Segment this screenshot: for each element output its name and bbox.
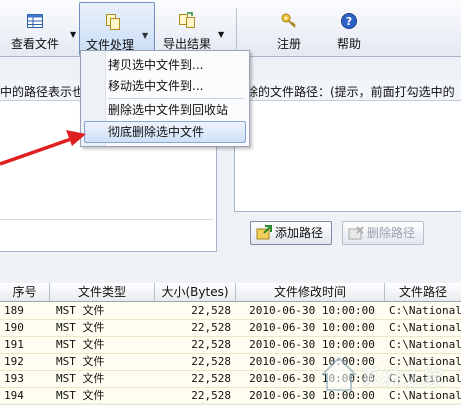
table-cell: C:\National	[389, 304, 461, 317]
table-cell: MST 文件	[56, 389, 105, 402]
menu-item-move-selected[interactable]: 移动选中文件到...	[108, 76, 203, 96]
table-cell: 194	[4, 389, 24, 402]
table-cell: C:\National	[389, 321, 461, 334]
export-results-dropdown-arrow[interactable]: ▼	[218, 30, 224, 39]
table-cell: 2010-06-30 10:00:00	[249, 338, 375, 351]
file-process-dropdown-arrow[interactable]: ▼	[142, 31, 148, 40]
column-header-type[interactable]: 文件类型	[50, 283, 155, 301]
menu-item-delete-to-recycle[interactable]: 删除选中文件到回收站	[108, 100, 228, 120]
menu-item-copy-selected[interactable]: 拷贝选中文件到...	[108, 55, 203, 75]
delete-path-label: 删除路径	[367, 226, 416, 240]
column-header-path[interactable]: 文件路径	[385, 283, 461, 301]
table-cell: 192	[4, 355, 24, 368]
table-cell: 2010-06-30 10:00:00	[249, 304, 375, 317]
table-icon	[27, 14, 43, 28]
table-cell: MST 文件	[56, 338, 105, 351]
table-cell: MST 文件	[56, 304, 105, 317]
key-icon	[281, 13, 296, 28]
export-results-button[interactable]: 导出结果	[156, 2, 218, 54]
column-header-size[interactable]: 大小(Bytes)	[155, 283, 236, 301]
add-path-label: 添加路径	[275, 226, 324, 240]
toolbar-separator	[236, 8, 237, 50]
right-path-hint: 除的文件路径：(提示，前面打勾选中的	[246, 85, 455, 99]
file-process-button[interactable]: 文件处理 ▼	[79, 2, 155, 56]
exclude-path-list[interactable]	[234, 101, 461, 212]
view-files-button[interactable]: 查看文件	[4, 2, 66, 54]
table-cell: 22,528	[191, 355, 231, 368]
documents-icon	[106, 14, 120, 30]
help-label: 帮助	[336, 37, 361, 51]
table-cell: 2010-06-30 10:00:00	[249, 321, 375, 334]
table-cell: MST 文件	[56, 321, 105, 334]
export-icon	[179, 12, 195, 28]
table-cell: 22,528	[191, 372, 231, 385]
menu-item-permanent-delete[interactable]: 彻底删除选中文件	[108, 122, 204, 142]
menu-separator	[108, 98, 244, 99]
help-icon: ?	[341, 13, 357, 29]
watermark-logo: 系统之家	[315, 352, 455, 396]
file-process-menu: 拷贝选中文件到... 移动选中文件到... 删除选中文件到回收站 彻底删除选中文…	[80, 50, 250, 147]
view-files-dropdown-arrow[interactable]: ▼	[70, 30, 76, 39]
table-cell: MST 文件	[56, 372, 105, 385]
table-row[interactable]: 190 MST 文件 22,528 2010-06-30 10:00:00 C:\Nat…	[0, 319, 461, 337]
add-folder-icon	[256, 225, 272, 240]
watermark-text: 系统之家	[361, 366, 445, 390]
table-cell: 191	[4, 338, 24, 351]
toolbar: 查看文件 ▼ 文件处理 ▼ 导出结果 ▼ 注册 ? 帮助	[0, 0, 461, 57]
add-path-button[interactable]: 添加路径	[250, 221, 333, 245]
register-button[interactable]: 注册	[262, 2, 316, 54]
watermark-house-icon	[320, 356, 358, 391]
left-path-hint: 中的路径表示也	[0, 85, 85, 99]
table-cell: 189	[4, 304, 24, 317]
delete-folder-icon	[348, 226, 364, 240]
table-cell: C:\National	[389, 338, 461, 351]
table-cell: 22,528	[191, 338, 231, 351]
table-cell: 22,528	[191, 389, 231, 402]
column-header-index[interactable]: 序号	[0, 283, 50, 301]
table-cell: 22,528	[191, 304, 231, 317]
column-header-mtime[interactable]: 文件修改时间	[236, 283, 385, 301]
view-files-label: 查看文件	[10, 37, 59, 51]
table-cell: MST 文件	[56, 355, 105, 368]
help-button[interactable]: ? 帮助	[322, 2, 376, 54]
table-cell: 190	[4, 321, 24, 334]
svg-text:?: ?	[346, 15, 352, 28]
register-label: 注册	[276, 37, 301, 51]
delete-path-button[interactable]: 删除路径	[342, 221, 425, 245]
table-row[interactable]: 189 MST 文件 22,528 2010-06-30 10:00:00 C:\Nat…	[0, 302, 461, 320]
table-cell: 193	[4, 372, 24, 385]
table-cell: 22,528	[191, 321, 231, 334]
table-header: 序号 文件类型 大小(Bytes) 文件修改时间 文件路径	[0, 283, 461, 302]
